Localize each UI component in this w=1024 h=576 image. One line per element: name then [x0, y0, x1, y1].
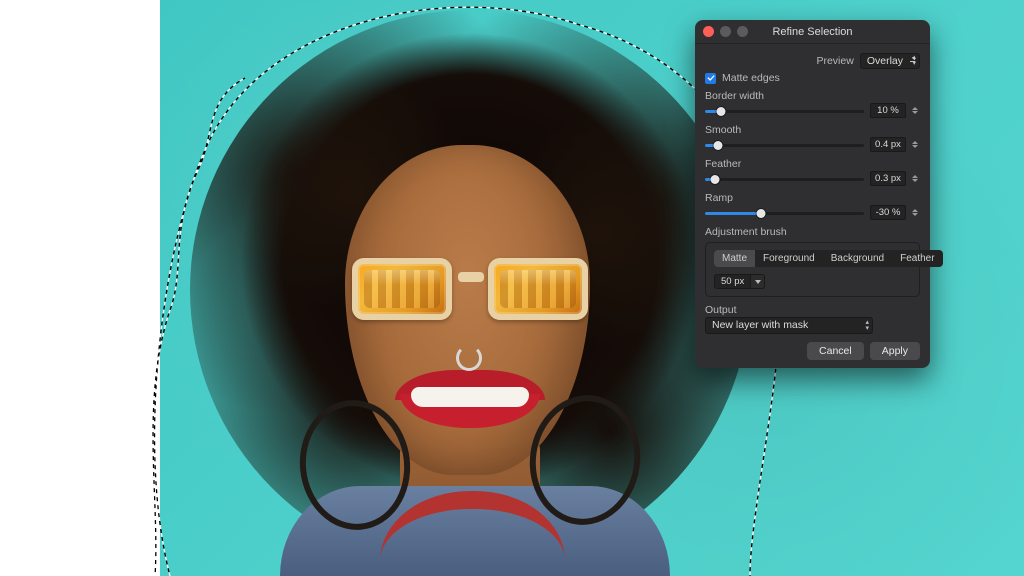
- brush-mode-segment: Matte Foreground Background Feather: [714, 250, 943, 267]
- feather-value[interactable]: 0.3 px: [870, 171, 906, 186]
- preview-value: Overlay: [867, 55, 903, 67]
- ramp-slider[interactable]: [705, 207, 864, 219]
- window-minimize-icon[interactable]: [720, 26, 731, 37]
- adjustment-brush-label: Adjustment brush: [705, 226, 920, 238]
- border-width-label: Border width: [705, 90, 920, 102]
- brush-size-field[interactable]: 50 px: [714, 274, 751, 289]
- ramp-value[interactable]: -30 %: [870, 205, 906, 220]
- smooth-label: Smooth: [705, 124, 920, 136]
- feather-label: Feather: [705, 158, 920, 170]
- matte-edges-label: Matte edges: [722, 72, 780, 84]
- refine-selection-dialog: Refine Selection Preview Overlay ▴▾ Matt…: [695, 20, 930, 368]
- brush-tab-feather[interactable]: Feather: [892, 250, 942, 267]
- adjustment-brush-box: Matte Foreground Background Feather 50 p…: [705, 242, 920, 297]
- feather-stepper[interactable]: [912, 171, 920, 186]
- output-value: New layer with mask: [712, 319, 808, 331]
- dialog-titlebar[interactable]: Refine Selection: [695, 20, 930, 44]
- preview-select[interactable]: Overlay ▴▾: [860, 53, 920, 69]
- brush-tab-foreground[interactable]: Foreground: [755, 250, 823, 267]
- window-zoom-icon[interactable]: [737, 26, 748, 37]
- apply-button[interactable]: Apply: [870, 342, 920, 360]
- nose-ring: [456, 345, 482, 371]
- ramp-stepper[interactable]: [912, 205, 920, 220]
- dialog-title: Refine Selection: [772, 26, 852, 38]
- output-label: Output: [705, 304, 920, 316]
- feather-slider[interactable]: [705, 173, 864, 185]
- border-width-value[interactable]: 10 %: [870, 103, 906, 118]
- brush-tab-background[interactable]: Background: [823, 250, 892, 267]
- smooth-value[interactable]: 0.4 px: [870, 137, 906, 152]
- output-select[interactable]: New layer with mask ▴▾: [705, 317, 873, 334]
- matte-edges-checkbox[interactable]: [705, 73, 716, 84]
- border-width-stepper[interactable]: [912, 103, 920, 118]
- border-width-slider[interactable]: [705, 105, 864, 117]
- cancel-button[interactable]: Cancel: [807, 342, 864, 360]
- smooth-slider[interactable]: [705, 139, 864, 151]
- ramp-label: Ramp: [705, 192, 920, 204]
- brush-tab-matte[interactable]: Matte: [714, 250, 755, 267]
- smooth-stepper[interactable]: [912, 137, 920, 152]
- window-close-icon[interactable]: [703, 26, 714, 37]
- preview-label: Preview: [816, 55, 853, 67]
- brush-size-dropdown[interactable]: [751, 274, 765, 289]
- subject-mouth: [395, 370, 545, 428]
- sunglasses: [350, 250, 590, 330]
